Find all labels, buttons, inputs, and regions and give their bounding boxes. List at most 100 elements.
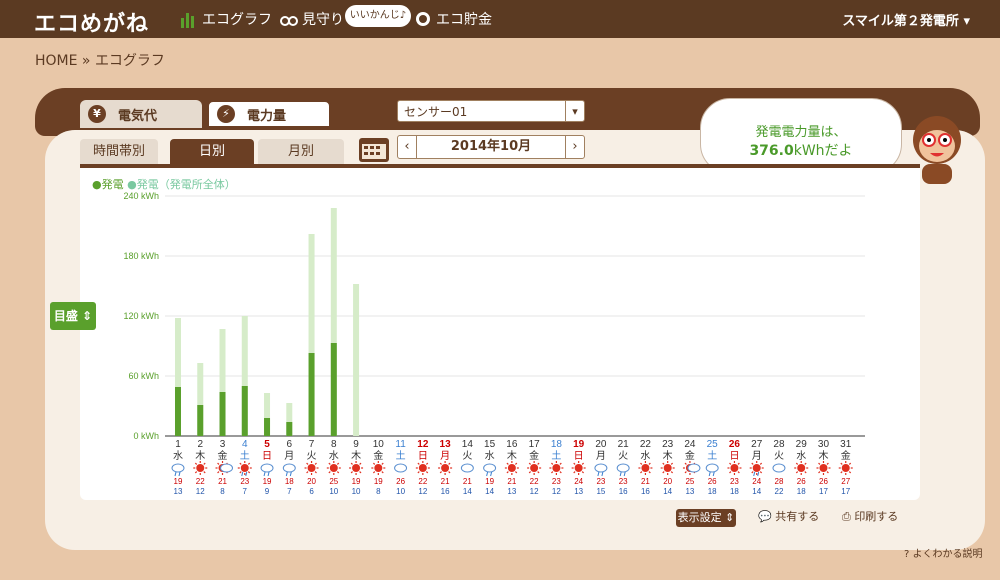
bar-graph-icon <box>181 13 194 28</box>
display-settings-button[interactable]: 表示設定 ⇕ <box>676 509 736 527</box>
cloud-icon <box>772 463 786 473</box>
temp-low: 17 <box>819 487 828 496</box>
sun-ray <box>729 471 732 474</box>
sun-ray <box>328 471 331 474</box>
temp-high: 21 <box>463 477 472 486</box>
help-label: よくわかる説明 <box>912 549 983 560</box>
x-tick-weekday: 日 <box>729 451 739 462</box>
x-tick-weekday: 金 <box>529 449 539 462</box>
x-tick-weekday: 金 <box>685 449 695 462</box>
bar-generation <box>197 405 204 436</box>
sun-ray <box>239 462 242 465</box>
x-tick-weekday: 金 <box>373 449 383 462</box>
nav-ecochokin[interactable]: エコ貯金 <box>414 9 492 29</box>
bar-generation <box>264 418 271 436</box>
x-tick-day: 31 <box>840 439 852 450</box>
sun-icon <box>797 464 806 472</box>
nav-ecograph[interactable]: エコグラフ <box>180 9 272 29</box>
sun-icon <box>574 464 583 472</box>
sun-ray <box>759 462 763 465</box>
sun-ray <box>795 471 799 474</box>
tab-denki-label: 電気代 <box>118 108 158 124</box>
temp-low: 13 <box>685 487 694 496</box>
sun-ray <box>751 462 754 465</box>
rain-icon <box>267 471 270 477</box>
tab-power[interactable]: ⚡ 電力量 <box>207 100 331 128</box>
calendar-icon[interactable] <box>358 135 390 163</box>
x-tick-day: 25 <box>707 439 719 450</box>
sun-ray <box>818 462 821 465</box>
x-tick-weekday: 水 <box>485 450 495 462</box>
x-tick-day: 17 <box>529 439 541 450</box>
cloud-icon <box>394 463 408 473</box>
nav-mimamori[interactable]: 見守り <box>280 9 344 29</box>
yen-icon: ¥ <box>88 105 106 123</box>
x-tick-weekday: 土 <box>396 449 406 462</box>
app-logo[interactable]: エコめがね <box>34 6 149 38</box>
cloud-icon <box>460 463 474 473</box>
sun-ray <box>573 471 576 474</box>
y-tick-label: 60 kWh <box>128 371 159 381</box>
tab-hourly[interactable]: 時間帯別 <box>80 139 158 165</box>
temp-low: 10 <box>352 487 361 496</box>
tab-daily[interactable]: 日別 <box>170 139 254 165</box>
cloud-icon <box>705 463 719 473</box>
x-tick-weekday: 木 <box>663 450 673 462</box>
sun-icon <box>352 464 361 472</box>
next-month-button[interactable]: › <box>565 136 584 158</box>
speech-line2: 376.0kWhだよ <box>701 140 901 160</box>
share-button[interactable]: 💬 共有する <box>758 508 819 526</box>
sun-icon <box>374 464 383 472</box>
plant-selector[interactable]: スマイル第２発電所 ▾ <box>842 10 970 29</box>
question-icon: ? <box>904 549 910 560</box>
tab-monthly[interactable]: 月別 <box>258 139 344 165</box>
bar-generation <box>308 353 315 436</box>
sun-ray <box>662 462 665 465</box>
temp-high: 20 <box>663 477 672 486</box>
sun-ray <box>804 471 807 474</box>
sun-icon <box>641 464 650 472</box>
sun-ray <box>417 462 420 465</box>
x-tick-weekday: 日 <box>574 451 584 462</box>
scale-label: 目盛 <box>53 309 78 323</box>
sun-ray <box>759 471 763 474</box>
sun-ray <box>506 462 509 465</box>
temp-low: 18 <box>730 487 739 496</box>
prev-month-button[interactable]: ‹ <box>398 136 417 158</box>
x-tick-weekday: 月 <box>284 450 294 462</box>
rain-icon <box>241 471 244 477</box>
bar-plant-total <box>353 284 360 436</box>
temp-high: 19 <box>352 477 361 486</box>
temp-high: 22 <box>530 477 539 486</box>
sun-ray <box>737 462 740 465</box>
share-label: 共有する <box>775 510 820 523</box>
help-link[interactable]: ? よくわかる説明 <box>904 545 983 560</box>
temp-low: 14 <box>752 487 761 496</box>
bar-generation <box>219 392 226 436</box>
sun-icon <box>841 464 850 472</box>
sun-ray <box>314 471 317 474</box>
x-tick-weekday: 火 <box>774 450 784 462</box>
sun-ray <box>662 471 665 474</box>
x-tick-weekday: 水 <box>796 450 806 462</box>
rain-icon <box>263 471 266 477</box>
x-tick-day: 1 <box>175 439 181 450</box>
sun-ray <box>848 462 852 465</box>
rain-icon <box>753 471 756 477</box>
cloud-icon <box>220 463 234 473</box>
rain-icon <box>623 471 626 477</box>
x-tick-day: 12 <box>417 439 429 450</box>
sun-ray <box>551 471 554 474</box>
print-button[interactable]: ⎙ 印刷する <box>842 508 898 526</box>
sun-ray <box>559 471 562 474</box>
x-tick-day: 8 <box>331 439 337 450</box>
x-tick-weekday: 火 <box>618 450 628 462</box>
temp-high: 27 <box>841 477 850 486</box>
x-tick-weekday: 火 <box>462 450 472 462</box>
x-tick-day: 18 <box>551 439 563 450</box>
temp-high: 21 <box>218 477 227 486</box>
tab-denki[interactable]: ¥ 電気代 <box>80 100 202 128</box>
sensor-select[interactable]: センサー01 ▾ <box>397 100 585 122</box>
sun-ray <box>247 462 251 465</box>
coin-icon <box>416 12 430 26</box>
